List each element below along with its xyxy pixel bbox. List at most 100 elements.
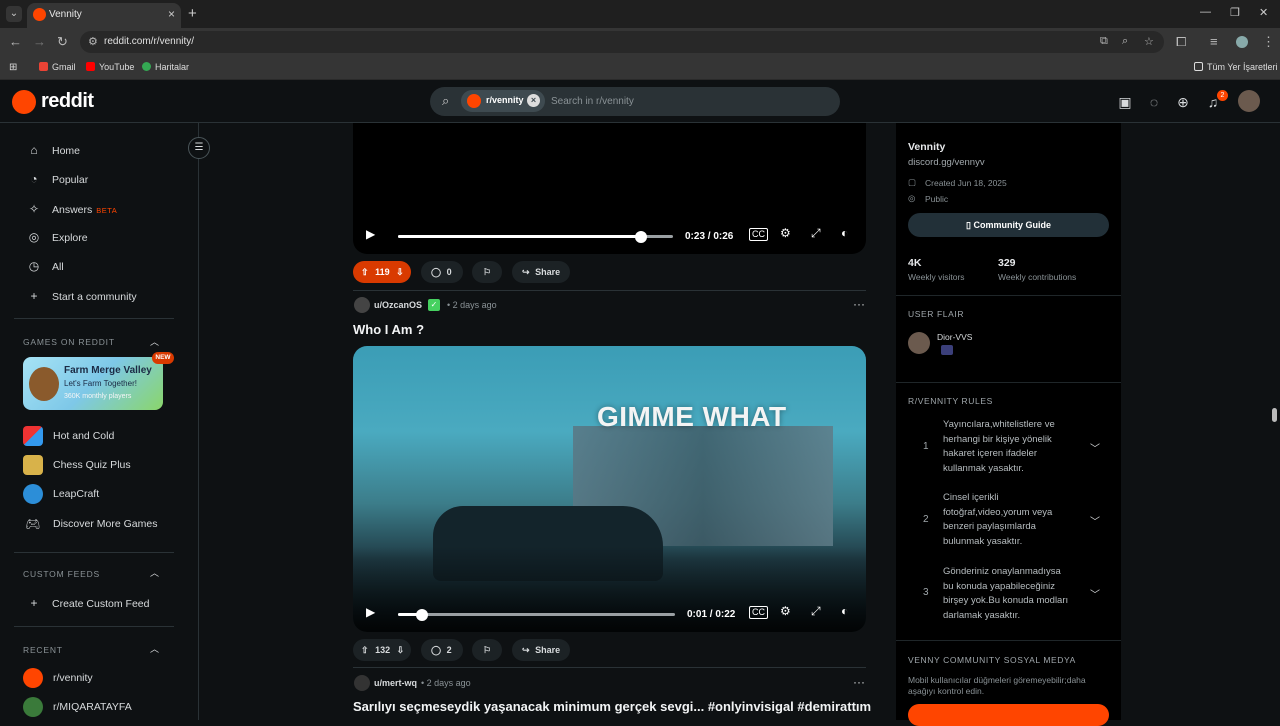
window-close-icon[interactable]: ✕ [1259, 6, 1268, 19]
chevron-up-icon[interactable]: ︿ [150, 566, 159, 579]
chevron-up-icon[interactable]: ︿ [150, 335, 159, 348]
forward-icon[interactable]: → [33, 34, 46, 49]
search-bar[interactable]: ⌕ r/vennity × Search in r/vennity [430, 87, 840, 116]
fullscreen-icon[interactable]: ⤢ [811, 604, 821, 619]
rule-text[interactable]: Cinsel içerikli fotoğraf,video,yorum vey… [943, 491, 1073, 549]
post3-author-avatar[interactable] [354, 675, 370, 691]
video-progress-handle[interactable] [416, 609, 428, 621]
subreddit-search-chip[interactable]: r/vennity × [461, 90, 545, 112]
comments-button[interactable]: ◯ 0 [421, 261, 463, 283]
play-icon[interactable]: ▶ [366, 605, 375, 619]
post2-video[interactable]: GIMME WHAT ▶ 0:01 / 0:22 CC ⚙ ⤢ ◐ [353, 346, 866, 632]
tab-close-icon[interactable]: × [168, 7, 175, 21]
post3-title[interactable]: Sarılıyı seçmeseydik yaşanacak minimum g… [353, 699, 871, 714]
chevron-down-icon[interactable]: ﹀ [1090, 513, 1100, 528]
extensions-icon[interactable]: ⧠ [1176, 34, 1186, 50]
apps-grid-icon[interactable]: ⊞ [9, 62, 17, 73]
back-icon[interactable]: ← [9, 34, 22, 49]
comments-button[interactable]: ◯ 2 [421, 639, 463, 661]
downvote-icon[interactable]: ⇩ [396, 267, 404, 277]
upvote-icon[interactable]: ⇧ [361, 645, 369, 655]
rule-text[interactable]: Gönderiniz onaylanmadıysa bu konuda yapa… [943, 565, 1073, 623]
settings-gear-icon[interactable]: ⚙ [780, 604, 791, 618]
game-leapcraft[interactable]: LeapCraft [23, 484, 99, 504]
game-chess-quiz-plus[interactable]: Chess Quiz Plus [23, 455, 131, 475]
browser-tab[interactable]: Vennity × [27, 3, 181, 28]
post-more-options-icon[interactable]: ··· [853, 297, 865, 311]
flair-avatar[interactable] [908, 332, 930, 354]
post2-author[interactable]: u/OzcanOS [374, 300, 422, 310]
bookmark-maps[interactable]: Haritalar [142, 62, 189, 72]
all-bookmarks[interactable]: Tüm Yer İşaretleri [1194, 62, 1278, 72]
user-flair-name[interactable]: Dior-VVS [937, 332, 972, 342]
post3-author[interactable]: u/mert-wq [374, 678, 417, 688]
nav-popular[interactable]: ◔ Popular [26, 172, 88, 186]
page-scrollbar[interactable] [1272, 408, 1277, 422]
tab-search-button[interactable]: ⌄ [6, 6, 22, 22]
upvote-icon[interactable]: ⇧ [361, 267, 369, 277]
nav-explore[interactable]: ◎ Explore [26, 230, 88, 244]
reload-icon[interactable]: ↻ [57, 34, 68, 50]
nav-answers[interactable]: ✧ Answers BETA [26, 202, 117, 216]
recent-miqaratayfa[interactable]: r/MIQARATAYFA [23, 697, 132, 717]
volume-icon[interactable]: ◐ [841, 604, 848, 618]
community-link[interactable]: discord.gg/vennyv [908, 157, 985, 168]
captions-icon[interactable]: CC [749, 606, 768, 619]
chevron-down-icon[interactable]: ﹀ [1090, 440, 1100, 455]
settings-gear-icon[interactable]: ⚙ [780, 226, 791, 240]
award-button[interactable]: ⚐ [472, 261, 502, 283]
play-icon[interactable]: ▶ [366, 227, 375, 241]
create-custom-feed[interactable]: + Create Custom Feed [26, 596, 149, 610]
chevron-down-icon[interactable]: ﹀ [1090, 586, 1100, 601]
bookmark-gmail[interactable]: Gmail [39, 62, 76, 72]
browser-menu-icon[interactable]: ⋮ [1262, 34, 1275, 50]
games-section-header[interactable]: GAMES ON REDDIT [23, 337, 115, 347]
advertise-icon[interactable]: ▣ [1116, 93, 1134, 111]
bookmark-youtube[interactable]: YouTube [86, 62, 134, 72]
recent-header[interactable]: RECENT [23, 645, 63, 655]
chat-icon[interactable]: ◌ [1145, 93, 1163, 111]
volume-icon[interactable]: ◐ [841, 226, 848, 240]
vote-buttons[interactable]: ⇧ 119 ⇩ [353, 261, 411, 283]
create-post-icon[interactable]: ⊕ [1174, 93, 1192, 111]
recent-vennity[interactable]: r/vennity [23, 668, 93, 688]
social-link-button[interactable] [908, 704, 1109, 726]
new-tab-icon[interactable]: + [188, 5, 197, 22]
bookmark-star-icon[interactable]: ☆ [1144, 35, 1154, 48]
fullscreen-icon[interactable]: ⤢ [811, 226, 821, 241]
nav-start-community[interactable]: + Start a community [26, 289, 136, 303]
nav-all[interactable]: ◷ All [26, 259, 64, 273]
downvote-icon[interactable]: ⇩ [397, 645, 405, 655]
reddit-logo-icon[interactable] [12, 90, 36, 114]
post2-author-avatar[interactable] [354, 297, 370, 313]
community-guide-button[interactable]: ▯ Community Guide [908, 213, 1109, 237]
rule-text[interactable]: Yayıncılara,whitelistlere ve herhangi bi… [943, 418, 1073, 476]
award-button[interactable]: ⚐ [472, 639, 502, 661]
game-hot-and-cold[interactable]: Hot and Cold [23, 426, 114, 446]
nav-home[interactable]: ⌂ Home [26, 143, 80, 157]
video-progress-handle[interactable] [635, 231, 647, 243]
share-button[interactable]: ↪ Share [512, 639, 570, 661]
post2-title[interactable]: Who I Am ? [353, 322, 424, 337]
site-info-icon[interactable]: ⚙ [88, 35, 98, 48]
chevron-up-icon[interactable]: ︿ [150, 642, 159, 655]
post-more-options-icon[interactable]: ··· [853, 675, 865, 689]
maximize-icon[interactable]: ❐ [1230, 6, 1240, 19]
user-avatar[interactable] [1238, 90, 1260, 112]
zoom-icon[interactable]: ⌕ [1122, 35, 1128, 48]
collapse-sidebar-icon[interactable]: ☰ [188, 137, 210, 159]
install-icon[interactable]: ⧉ [1100, 35, 1108, 48]
post1-video[interactable]: ▶ 0:23 / 0:26 CC ⚙ ⤢ ◐ [353, 123, 866, 254]
share-button[interactable]: ↪ Share [512, 261, 570, 283]
vote-buttons[interactable]: ⇧ 132 ⇩ [353, 639, 411, 661]
media-icon[interactable]: ≡ [1210, 34, 1218, 49]
custom-feeds-header[interactable]: CUSTOM FEEDS [23, 569, 100, 579]
featured-game-banner[interactable]: Farm Merge Valley Let's Farm Together! 3… [23, 357, 163, 410]
captions-icon[interactable]: CC [749, 228, 768, 241]
video-progress-track[interactable] [398, 613, 675, 616]
address-bar[interactable]: ⚙ reddit.com/r/vennity/ ⧉ ⌕ ☆ [80, 31, 1164, 53]
minimize-icon[interactable]: — [1200, 6, 1211, 18]
profile-avatar-icon[interactable] [1236, 36, 1248, 48]
discover-more-games[interactable]: 🎮︎ Discover More Games [23, 514, 157, 534]
reddit-wordmark[interactable]: reddit [41, 90, 94, 113]
